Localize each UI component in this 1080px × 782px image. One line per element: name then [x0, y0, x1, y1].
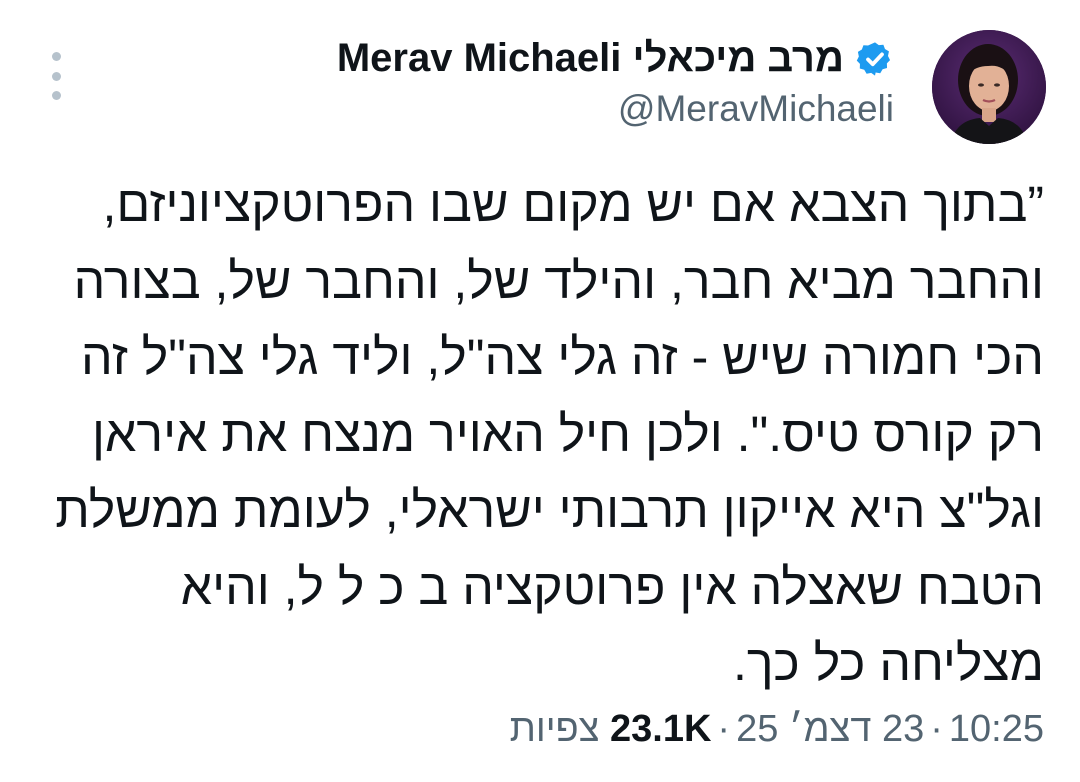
more-vertical-icon-dot: [51, 91, 61, 100]
meta-separator: ·: [717, 708, 731, 750]
meta-separator: ·: [930, 708, 943, 750]
tweet-text-line: וגל"צ היא אייקון תרבותי ישראלי, לעומת ממ…: [55, 482, 1044, 538]
more-vertical-icon-dot: [51, 71, 61, 81]
avatar[interactable]: [932, 30, 1046, 144]
more-options-button[interactable]: [42, 52, 70, 100]
tweet-text-line: הטבח שאצלה אין פרוטקציה ב כ ל ל, והיא: [180, 558, 1044, 615]
tweet-text-line: רק קורס טיס.". ולכן חיל האויר מנצח את אי…: [91, 405, 1044, 462]
tweet-text-line: הכי חמורה שיש - זה גלי צה"ל, וליד גלי צה…: [81, 329, 1044, 385]
tweet-text-line: והחבר מביא חבר, והילד של, והחבר של, בצור…: [73, 252, 1044, 309]
author-display-name[interactable]: Merav Michaeli מרב מיכאלי: [337, 36, 844, 81]
views-label: צפיות: [509, 708, 600, 750]
views-count: 23.1K: [610, 708, 712, 750]
author-handle[interactable]: @MeravMichaeli: [618, 88, 894, 130]
tweet-timestamp-time[interactable]: 10:25: [949, 708, 1044, 750]
verified-badge-icon[interactable]: [856, 40, 894, 78]
tweet-meta: 10:25·23 דצמ׳ 25·23.1K צפיות: [510, 708, 1044, 751]
more-vertical-icon: [51, 52, 61, 61]
tweet-text-line: מצליחה כל כך.: [732, 635, 1044, 691]
tweet-text: ”בתוך הצבא אם יש מקום שבו הפרוטקציוניזם,…: [54, 166, 1044, 702]
tweet-text-line: ”בתוך הצבא אם יש מקום שבו הפרוטקציוניזם,: [102, 176, 1044, 232]
avatar-portrait-image: [932, 30, 1046, 144]
author-name-row: Merav Michaeli מרב מיכאלי: [337, 36, 894, 81]
tweet-timestamp-date[interactable]: 23 דצמ׳ 25: [736, 708, 924, 750]
